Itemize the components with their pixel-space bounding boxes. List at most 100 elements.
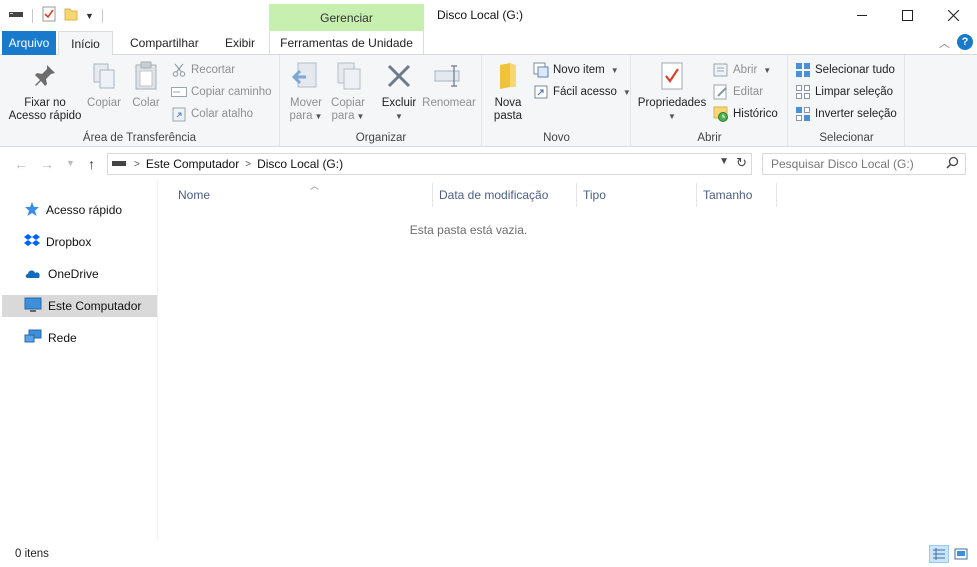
easy-access-icon bbox=[533, 84, 549, 100]
copy-button[interactable]: Copiar bbox=[86, 59, 122, 110]
organize-group-label: Organizar bbox=[355, 132, 407, 144]
select-none-label: Limpar seleção bbox=[815, 86, 893, 98]
copy-to-label-2: para ▼ bbox=[331, 110, 365, 122]
copy-path-icon bbox=[171, 84, 187, 100]
delete-x-icon bbox=[383, 59, 415, 93]
new-group: Nova pasta Novo item ▼ Fácil acesso ▼ No… bbox=[483, 55, 631, 147]
invert-selection-button[interactable]: Inverter seleção bbox=[795, 104, 897, 124]
customize-qat-icon[interactable]: ▼ bbox=[85, 11, 94, 21]
move-to-button[interactable]: Mover para ▼ bbox=[287, 59, 325, 123]
sidebar-item-dropbox[interactable]: Dropbox bbox=[2, 231, 157, 253]
paste-shortcut-icon bbox=[171, 106, 187, 122]
new-folder-label-2: pasta bbox=[493, 110, 523, 122]
help-icon[interactable]: ? bbox=[957, 34, 973, 50]
tab-exibir[interactable]: Exibir bbox=[215, 31, 265, 55]
paste-label: Colar bbox=[132, 97, 160, 109]
sidebar-item-acesso-rapido[interactable]: Acesso rápido bbox=[2, 199, 157, 221]
properties-button[interactable]: Propriedades ▼ bbox=[636, 59, 708, 123]
history-label: Histórico bbox=[733, 108, 778, 120]
breadcrumb-chevron-icon-2[interactable]: > bbox=[245, 159, 251, 170]
open-icon bbox=[713, 62, 729, 78]
sidebar-item-label: OneDrive bbox=[48, 267, 99, 281]
close-button[interactable] bbox=[930, 0, 976, 30]
properties-dropdown-icon[interactable]: ▼ bbox=[668, 110, 676, 123]
properties-qat-icon[interactable] bbox=[41, 6, 57, 25]
sidebar-item-este-computador[interactable]: Este Computador bbox=[2, 295, 157, 317]
new-folder-qat-icon[interactable] bbox=[63, 6, 79, 25]
pin-quick-access-button[interactable]: Fixar no Acesso rápido bbox=[8, 59, 82, 123]
details-view-button[interactable] bbox=[929, 545, 949, 563]
breadcrumb-chevron-icon[interactable]: > bbox=[134, 159, 140, 170]
file-list[interactable]: Nome ︿ Data de modificação Tipo Tamanho … bbox=[160, 180, 977, 540]
large-icons-view-button[interactable] bbox=[951, 545, 971, 563]
easy-access-button[interactable]: Fácil acesso ▼ bbox=[533, 82, 631, 102]
column-header-tamanho[interactable]: Tamanho bbox=[697, 183, 777, 207]
select-none-button[interactable]: Limpar seleção bbox=[795, 82, 893, 102]
new-item-dropdown-icon: ▼ bbox=[610, 65, 619, 75]
search-input[interactable]: Pesquisar Disco Local (G:) bbox=[762, 153, 966, 175]
open-group: Propriedades ▼ Abrir ▼ Editar Histórico … bbox=[632, 55, 788, 147]
paste-button[interactable]: Colar bbox=[128, 59, 164, 110]
forward-arrow-icon[interactable]: → bbox=[40, 156, 54, 172]
copy-to-button[interactable]: Copiar para ▼ bbox=[329, 59, 367, 123]
sort-up-icon: ︿ bbox=[310, 181, 320, 191]
open-dropdown-icon: ▼ bbox=[763, 65, 772, 75]
new-folder-button[interactable]: Nova pasta bbox=[489, 59, 527, 123]
rename-icon bbox=[433, 59, 465, 93]
sidebar-item-onedrive[interactable]: OneDrive bbox=[2, 263, 157, 285]
column-header-label: Data de modificação bbox=[439, 188, 549, 202]
star-icon bbox=[24, 201, 40, 220]
open-group-label: Abrir bbox=[697, 132, 722, 144]
navigation-bar: ← → ▼ ↑ > Este Computador > Disco Local … bbox=[0, 148, 977, 180]
recent-locations-chevron-icon[interactable]: ▼ bbox=[66, 158, 75, 168]
paste-shortcut-button[interactable]: Colar atalho bbox=[171, 104, 253, 124]
ribbon-tabs: Arquivo Início Compartilhar Exibir Ferra… bbox=[0, 31, 977, 56]
new-item-label: Novo item bbox=[553, 64, 605, 76]
tab-arquivo[interactable]: Arquivo bbox=[2, 31, 56, 55]
properties-label: Propriedades bbox=[637, 97, 707, 109]
tab-compartilhar[interactable]: Compartilhar bbox=[120, 31, 209, 55]
rename-label: Renomear bbox=[422, 97, 476, 109]
maximize-button[interactable] bbox=[884, 0, 930, 30]
up-arrow-icon[interactable]: ↑ bbox=[88, 156, 95, 172]
move-to-label-1: Mover bbox=[290, 97, 322, 109]
qat-separator-2 bbox=[101, 8, 103, 23]
select-all-icon bbox=[795, 62, 811, 78]
minimize-button[interactable] bbox=[839, 0, 885, 30]
rename-button[interactable]: Renomear bbox=[421, 59, 477, 110]
column-header-nome[interactable]: Nome ︿ bbox=[172, 181, 433, 207]
copy-path-label: Copiar caminho bbox=[191, 86, 272, 98]
collapse-ribbon-icon[interactable]: ︿ bbox=[939, 35, 950, 51]
new-item-button[interactable]: Novo item ▼ bbox=[533, 60, 619, 80]
copy-path-button[interactable]: Copiar caminho bbox=[171, 82, 272, 102]
back-arrow-icon[interactable]: ← bbox=[14, 156, 28, 172]
delete-button[interactable]: Excluir ▼ bbox=[379, 59, 419, 123]
address-dropdown-icon[interactable]: ▼ bbox=[719, 156, 729, 167]
cut-button[interactable]: Recortar bbox=[171, 60, 235, 80]
dropbox-icon bbox=[24, 233, 40, 252]
move-to-icon bbox=[290, 59, 322, 93]
breadcrumb-este-computador[interactable]: Este Computador bbox=[146, 157, 239, 171]
sidebar-item-rede[interactable]: Rede bbox=[2, 327, 157, 349]
select-all-button[interactable]: Selecionar tudo bbox=[795, 60, 895, 80]
cloud-icon bbox=[24, 266, 42, 283]
drive-icon bbox=[8, 8, 24, 23]
search-icon bbox=[946, 156, 959, 172]
column-header-data[interactable]: Data de modificação bbox=[433, 183, 577, 207]
address-bar[interactable]: > Este Computador > Disco Local (G:) ▼ ↻ bbox=[107, 153, 752, 175]
new-item-icon bbox=[533, 62, 549, 78]
open-button[interactable]: Abrir ▼ bbox=[713, 60, 771, 80]
empty-folder-message: Esta pasta está vazia. bbox=[409, 223, 528, 237]
tab-ferramentas-de-unidade[interactable]: Ferramentas de Unidade bbox=[269, 31, 424, 55]
breadcrumb-disco-local[interactable]: Disco Local (G:) bbox=[257, 157, 343, 171]
clipboard-group: Fixar no Acesso rápido Copiar Colar Reco… bbox=[0, 55, 280, 147]
invert-selection-label: Inverter seleção bbox=[815, 108, 897, 120]
tab-inicio[interactable]: Início bbox=[58, 31, 113, 56]
copy-to-icon bbox=[332, 59, 364, 93]
column-header-tipo[interactable]: Tipo bbox=[577, 183, 697, 207]
computer-icon bbox=[24, 297, 42, 316]
delete-dropdown-icon[interactable]: ▼ bbox=[395, 110, 403, 123]
history-button[interactable]: Histórico bbox=[713, 104, 778, 124]
edit-button[interactable]: Editar bbox=[713, 82, 763, 102]
refresh-icon[interactable]: ↻ bbox=[736, 155, 747, 171]
